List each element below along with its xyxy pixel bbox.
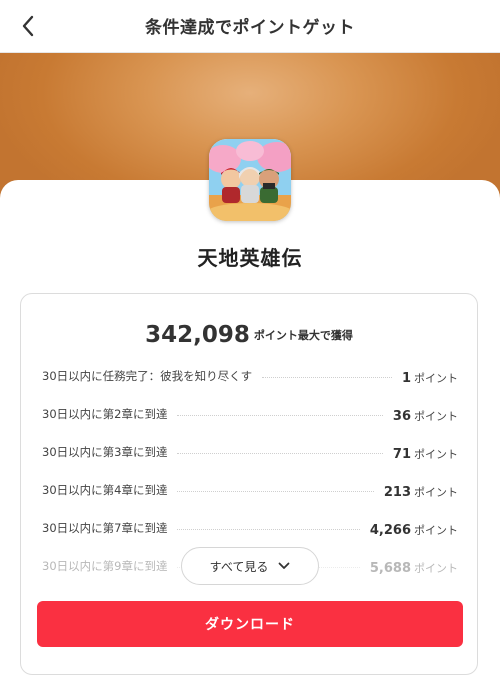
total-points-value: 342,098 xyxy=(145,322,250,348)
task-label: 30日以内に第9章に到達 xyxy=(42,559,168,573)
task-points-unit: ポイント xyxy=(414,371,458,385)
task-points-unit: ポイント xyxy=(414,409,458,423)
task-points: 5,688 xyxy=(369,560,411,576)
task-label: 30日以内に第7章に到達 xyxy=(42,521,168,535)
dotted-leader xyxy=(177,490,374,492)
task-row: 30日以内に第2章に到達 36 ポイント xyxy=(42,404,458,424)
task-points-unit: ポイント xyxy=(414,485,458,499)
game-app-icon xyxy=(209,139,291,221)
task-label: 30日以内に任務完了：彼我を知り尽くす xyxy=(42,369,253,383)
task-points: 4,266 xyxy=(369,522,411,538)
task-row: 30日以内に任務完了：彼我を知り尽くす 1 ポイント xyxy=(42,366,458,386)
task-row: 30日以内に第3章に到達 71 ポイント xyxy=(42,442,458,462)
task-points: 36 xyxy=(392,408,411,424)
dotted-leader xyxy=(177,414,383,416)
total-points: 342,098 ポイント最大で獲得 xyxy=(21,322,477,348)
page-title: 条件達成でポイントゲット xyxy=(145,18,355,38)
task-row: 30日以内に第4章に到達 213 ポイント xyxy=(42,480,458,500)
task-points: 1 xyxy=(401,370,411,386)
task-points-unit: ポイント xyxy=(414,447,458,461)
dotted-leader xyxy=(177,528,360,530)
download-button[interactable]: ダウンロード xyxy=(37,601,463,647)
total-points-suffix: ポイント最大で獲得 xyxy=(253,329,353,342)
task-points-unit: ポイント xyxy=(414,561,458,575)
chevron-down-icon xyxy=(278,562,290,570)
see-all-label: すべて見る xyxy=(209,559,269,574)
task-label: 30日以内に第2章に到達 xyxy=(42,407,168,421)
dotted-leader xyxy=(262,376,392,378)
dotted-leader xyxy=(177,452,383,454)
task-points: 71 xyxy=(392,446,411,462)
task-row: 30日以内に第7章に到達 4,266 ポイント xyxy=(42,518,458,538)
header-bar: 条件達成でポイントゲット xyxy=(0,0,500,53)
task-label: 30日以内に第3章に到達 xyxy=(42,445,168,459)
see-all-button[interactable]: すべて見る xyxy=(181,547,319,585)
task-points-unit: ポイント xyxy=(414,523,458,537)
task-label: 30日以内に第4章に到達 xyxy=(42,483,168,497)
points-card: 342,098 ポイント最大で獲得 30日以内に任務完了：彼我を知り尽くす 1 ポイ… xyxy=(20,293,478,675)
task-points: 213 xyxy=(383,484,411,500)
app-name: 天地英雄伝 xyxy=(197,246,303,270)
